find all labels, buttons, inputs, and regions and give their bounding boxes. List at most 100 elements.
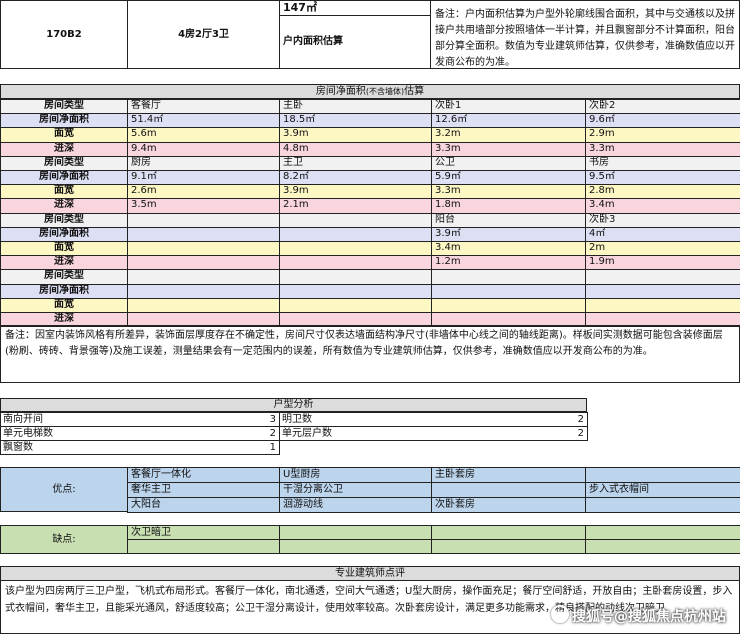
rooms-cell-depth (127, 255, 280, 271)
rooms-cell-width: 2.6m (127, 184, 280, 200)
rooms-cell-depth: 3.3m (431, 141, 586, 157)
rooms-cell-area: 8.2㎡ (279, 170, 432, 186)
rooms-cell-area: 18.5㎡ (279, 113, 432, 129)
analysis-value: 3 (269, 414, 276, 425)
analysis-label: 飘窗数 (3, 442, 33, 453)
pros-item: 奢华主卫 (127, 482, 280, 498)
rooms-cell-name: 书房 (585, 155, 740, 171)
rooms-cell-area (585, 283, 740, 299)
analysis-label: 单元电梯数 (3, 428, 53, 439)
rooms-cell-depth: 1.8m (431, 198, 586, 214)
rooms-cell-area: 9.5㎡ (585, 170, 740, 186)
rooms-cell-width (279, 241, 432, 257)
rooms-row-label: 房间类型 (0, 269, 128, 285)
rooms-cell-area: 12.6㎡ (431, 113, 586, 129)
analysis-value: 2 (269, 428, 276, 439)
rooms-cell-width: 2m (585, 241, 740, 257)
rooms-cell-name: 主卧 (279, 99, 432, 115)
pros-item: 干湿分离公卫 (279, 482, 432, 498)
rooms-cell-name (279, 212, 432, 228)
rooms-note: 备注：因室内装饰风格有所差异，装饰面层厚度存在不确定性，房间尺寸仅表达墙面结构净… (0, 325, 740, 383)
pros-item: 次卧套房 (431, 497, 586, 513)
rooms-cell-depth: 1.9m (585, 255, 740, 271)
analysis-title: 户型分析 (0, 398, 587, 412)
rooms-cell-width: 3.4m (431, 241, 586, 257)
rooms-cell-name: 厨房 (127, 155, 280, 171)
rooms-cell-depth: 3.4m (585, 198, 740, 214)
rooms-cell-width (279, 297, 432, 313)
review-title: 专业建筑师点评 (0, 566, 740, 581)
rooms-cell-name (431, 269, 586, 285)
rooms-cell-width (127, 241, 280, 257)
rooms-cell-area (127, 226, 280, 242)
rooms-cell-area: 9.1㎡ (127, 170, 280, 186)
rooms-row-label: 进深 (0, 255, 128, 271)
rooms-cell-name: 公卫 (431, 155, 586, 171)
rooms-row-label: 面宽 (0, 127, 128, 143)
cons-item (127, 539, 280, 554)
pros-item: 主卧套房 (431, 467, 586, 483)
pros-item: U型厨房 (279, 467, 432, 483)
analysis-label (282, 441, 554, 454)
rooms-cell-name (127, 212, 280, 228)
cons-item: 次卫暗卫 (127, 525, 280, 540)
rooms-row-label: 房间类型 (0, 212, 128, 228)
rooms-cell-name: 次卧2 (585, 99, 740, 115)
cons-item (279, 539, 432, 554)
area-note: 备注：户内面积估算为户型外轮廓线围合面积，其中与交通核以及拼接户共用墙部分按照墙… (430, 0, 740, 69)
rooms-cell-depth: 4.8m (279, 141, 432, 157)
cons-item (279, 525, 432, 540)
analysis-value: 2 (577, 428, 584, 439)
rooms-cell-area: 5.9㎡ (431, 170, 586, 186)
rooms-cell-depth: 2.1m (279, 198, 432, 214)
rooms-row-label: 房间净面积 (0, 226, 128, 242)
rooms-cell-name: 主卫 (279, 155, 432, 171)
pros-item (585, 467, 740, 483)
rooms-cell-width: 3.9m (279, 127, 432, 143)
rooms-row-label: 房间净面积 (0, 283, 128, 299)
area-label: 户内面积估算 (279, 15, 431, 69)
rooms-row-label: 房间净面积 (0, 170, 128, 186)
rooms-cell-name (585, 269, 740, 285)
pros-item: 客餐厅一体化 (127, 467, 280, 483)
analysis-value: 2 (577, 414, 584, 425)
rooms-cell-area: 3.9㎡ (431, 226, 586, 242)
rooms-cell-area (127, 283, 280, 299)
rooms-row-label: 房间净面积 (0, 113, 128, 129)
rooms-row-label: 面宽 (0, 241, 128, 257)
analysis-value: 1 (269, 442, 276, 453)
unit-layout: 4房2厅3卫 (127, 0, 280, 69)
cons-item (431, 539, 586, 554)
pros-item: 大阳台 (127, 497, 280, 513)
pros-item: 步入式衣帽间 (585, 482, 740, 498)
pros-item (585, 497, 740, 513)
rooms-cell-width: 3.9m (279, 184, 432, 200)
rooms-cell-area: 4㎡ (585, 226, 740, 242)
cons-label: 缺点: (0, 525, 128, 554)
rooms-cell-width (127, 297, 280, 313)
sohu-logo-icon (551, 605, 569, 623)
rooms-cell-area (431, 283, 586, 299)
cons-item (585, 525, 740, 540)
rooms-cell-depth: 3.3m (585, 141, 740, 157)
rooms-row-label: 面宽 (0, 184, 128, 200)
rooms-cell-depth (279, 255, 432, 271)
rooms-cell-width: 3.3m (431, 184, 586, 200)
rooms-row-label: 进深 (0, 141, 128, 157)
cons-item (431, 525, 586, 540)
rooms-cell-width (585, 297, 740, 313)
analysis-label: 明卫数 (282, 414, 312, 425)
pros-item (431, 482, 586, 498)
rooms-cell-name: 次卧1 (431, 99, 586, 115)
analysis-label: 南向开间 (3, 414, 43, 425)
rooms-cell-name (279, 269, 432, 285)
analysis-label: 单元层户数 (282, 428, 332, 439)
rooms-row-label: 进深 (0, 198, 128, 214)
rooms-row-label: 面宽 (0, 297, 128, 313)
rooms-cell-area (279, 283, 432, 299)
rooms-cell-area (279, 226, 432, 242)
rooms-cell-name: 客餐厅 (127, 99, 280, 115)
pros-item: 洄游动线 (279, 497, 432, 513)
rooms-cell-name (127, 269, 280, 285)
cons-item (585, 539, 740, 554)
